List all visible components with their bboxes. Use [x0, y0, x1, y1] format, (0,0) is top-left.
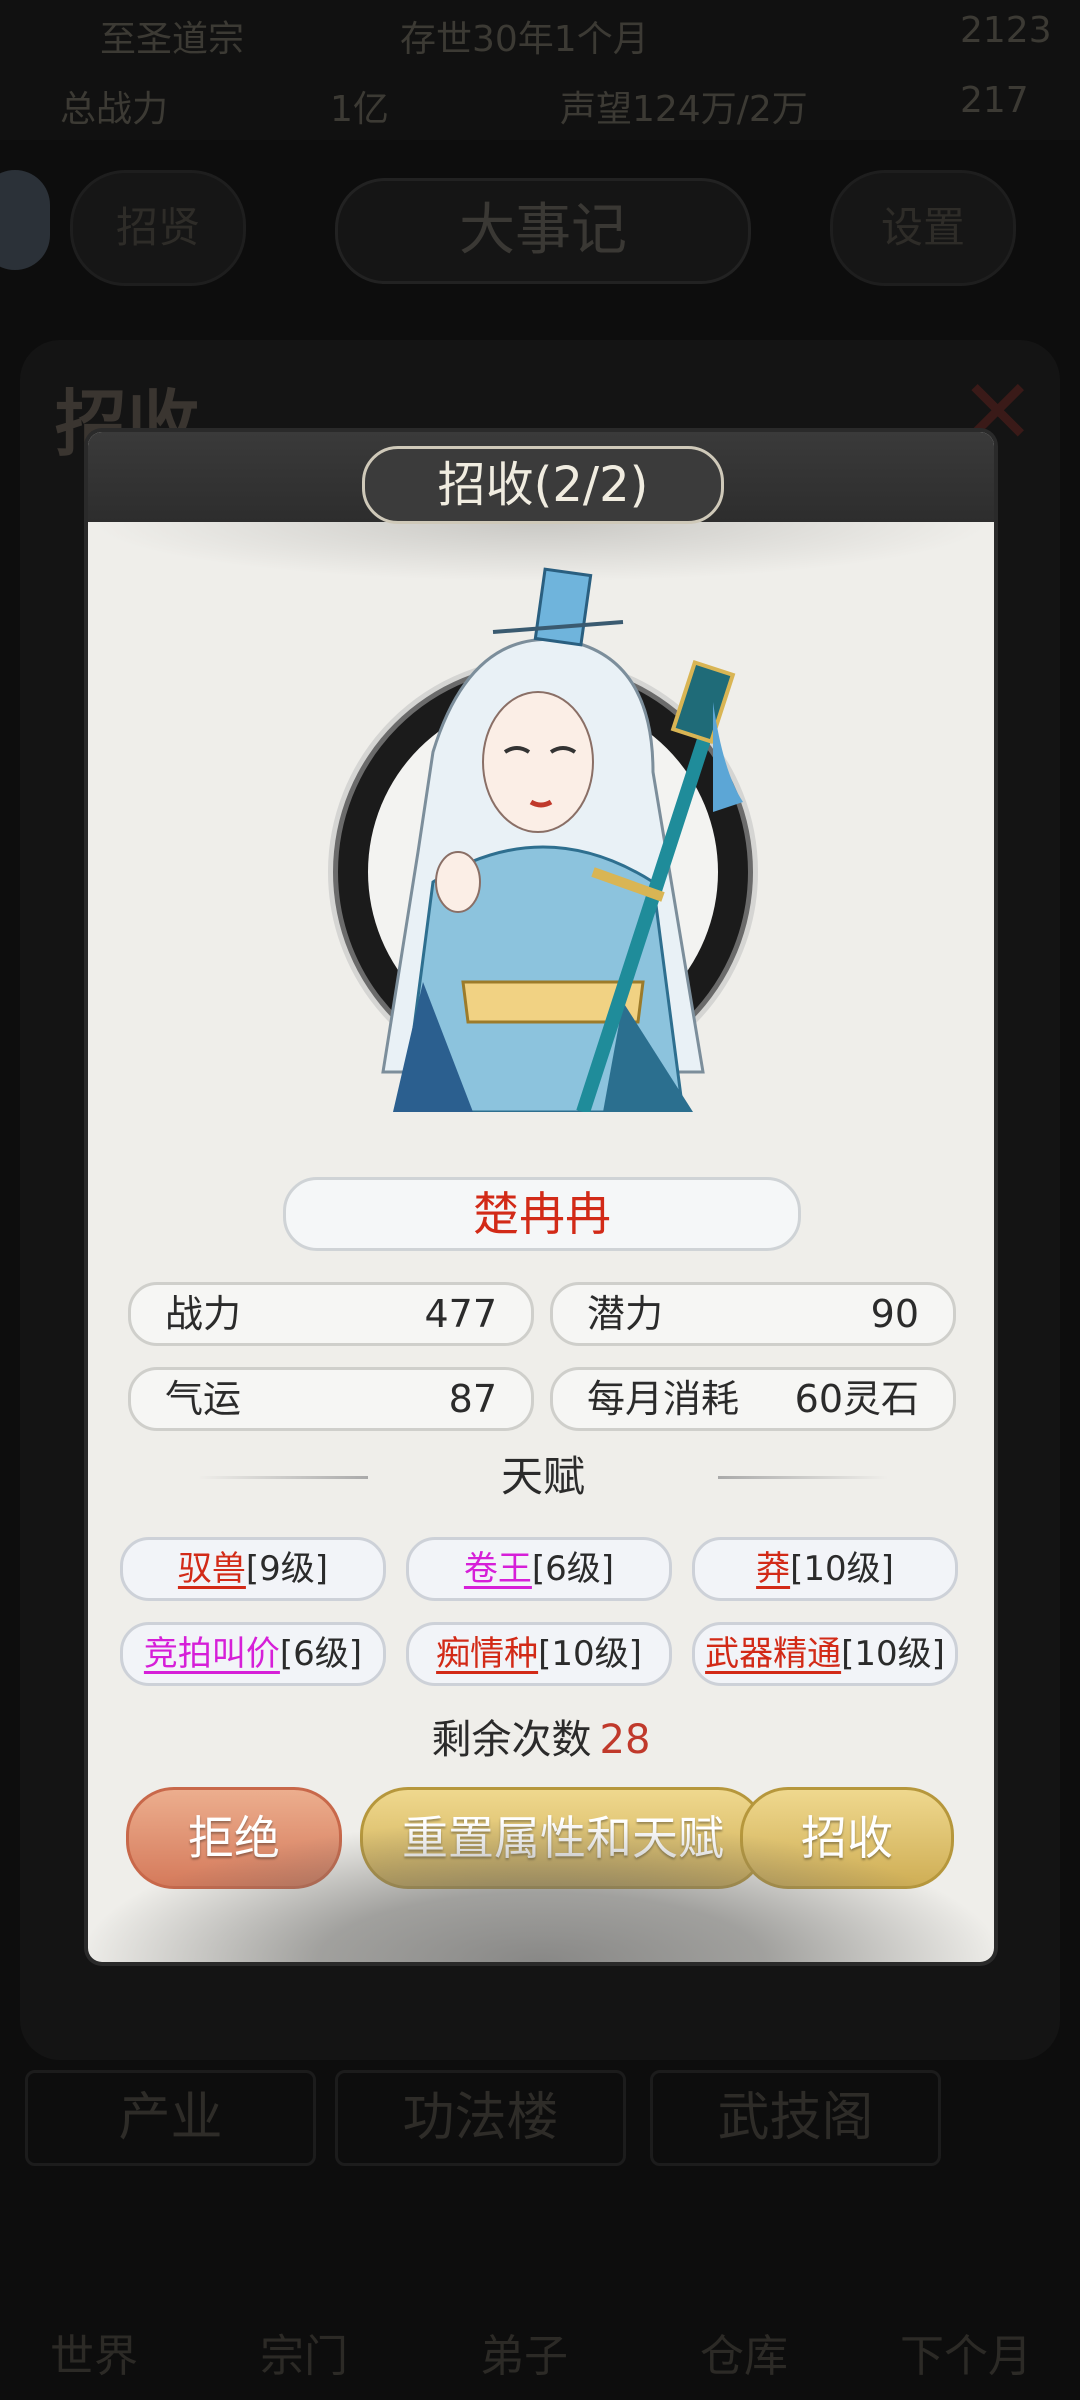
- left-header-button[interactable]: 招贤: [70, 170, 246, 286]
- talent-name: 驭兽: [177, 1549, 246, 1589]
- talent-name: 卷王: [463, 1549, 532, 1589]
- left-header-button-label: 招贤: [115, 203, 200, 252]
- stat-label: 潜力: [587, 1292, 664, 1336]
- character-name: 楚冉冉: [283, 1177, 801, 1251]
- tab-industry[interactable]: 产业: [25, 2070, 316, 2166]
- stat-value: 87: [448, 1377, 497, 1421]
- nav-world[interactable]: 世界: [50, 2320, 138, 2384]
- talent-name: 莽: [756, 1549, 791, 1589]
- talent-item[interactable]: 莽[10级]: [692, 1537, 958, 1601]
- tab-skill-hall[interactable]: 功法楼: [335, 2070, 626, 2166]
- talent-level: [6级]: [279, 1634, 363, 1674]
- right-header-button-label: 设置: [880, 203, 965, 252]
- talent-item[interactable]: 武器精通[10级]: [692, 1622, 958, 1686]
- avatar[interactable]: [0, 170, 50, 270]
- power-label: 总战力: [60, 89, 169, 130]
- ink-decoration: [88, 1822, 994, 1962]
- talent-name: 竞拍叫价: [143, 1634, 280, 1674]
- stat-combat-power: 战力 477: [128, 1282, 534, 1346]
- tab-martial-pavilion[interactable]: 武技阁: [650, 2070, 941, 2166]
- stat-value: 477: [424, 1292, 497, 1336]
- talent-item[interactable]: 痴情种[10级]: [406, 1622, 672, 1686]
- stat-monthly-cost: 每月消耗 60灵石: [550, 1367, 956, 1431]
- stat-label: 战力: [165, 1292, 242, 1336]
- talent-level: [6级]: [531, 1549, 615, 1589]
- header-title: 大事记: [335, 178, 751, 284]
- stat-label: 每月消耗: [587, 1377, 740, 1421]
- talent-name: 痴情种: [436, 1634, 539, 1674]
- talent-level: [9级]: [245, 1549, 329, 1589]
- talent-level: [10级]: [538, 1634, 642, 1674]
- stat-value: 90: [870, 1292, 919, 1336]
- sect-name: 至圣道宗: [100, 19, 245, 60]
- stat-label: 气运: [165, 1377, 242, 1421]
- prestige-label: 声望124万/2万: [560, 89, 808, 130]
- right-header-button[interactable]: 设置: [830, 170, 1016, 286]
- talent-item[interactable]: 竞拍叫价[6级]: [120, 1622, 386, 1686]
- talent-item[interactable]: 驭兽[9级]: [120, 1537, 386, 1601]
- top-status-bar: 至圣道宗 存世30年1个月 2123 总战力 1亿 声望124万/2万 217: [0, 0, 1080, 140]
- stat-value: 60灵石: [794, 1377, 919, 1421]
- nav-warehouse[interactable]: 仓库: [700, 2320, 788, 2384]
- remaining-value: 28: [599, 1717, 651, 1763]
- stat-potential: 潜力 90: [550, 1282, 956, 1346]
- talent-name: 武器精通: [705, 1634, 842, 1674]
- resource-value-1: 2123: [960, 10, 1052, 51]
- recruit-dialog: 招收(2/2) 楚冉冉 战力 477 潜力 90 气运 87 每月消耗 60灵石…: [88, 432, 994, 1962]
- resource-value-2: 217: [960, 80, 1029, 121]
- nav-disciples[interactable]: 弟子: [480, 2320, 568, 2384]
- talent-item[interactable]: 卷王[6级]: [406, 1537, 672, 1601]
- talent-header: 天赋: [198, 1442, 888, 1512]
- remaining-count: 剩余次数 28: [88, 1707, 994, 1765]
- talent-level: [10级]: [841, 1634, 945, 1674]
- nav-next-month[interactable]: 下个月: [900, 2320, 1032, 2384]
- time-label: 存世30年1个月: [400, 19, 649, 60]
- dialog-title: 招收(2/2): [362, 446, 724, 524]
- stat-luck: 气运 87: [128, 1367, 534, 1431]
- character-portrait: [243, 552, 843, 1115]
- nav-sect[interactable]: 宗门: [260, 2320, 348, 2384]
- power-value: 1亿: [330, 89, 389, 130]
- remaining-label: 剩余次数: [431, 1717, 592, 1763]
- talent-level: [10级]: [790, 1549, 894, 1589]
